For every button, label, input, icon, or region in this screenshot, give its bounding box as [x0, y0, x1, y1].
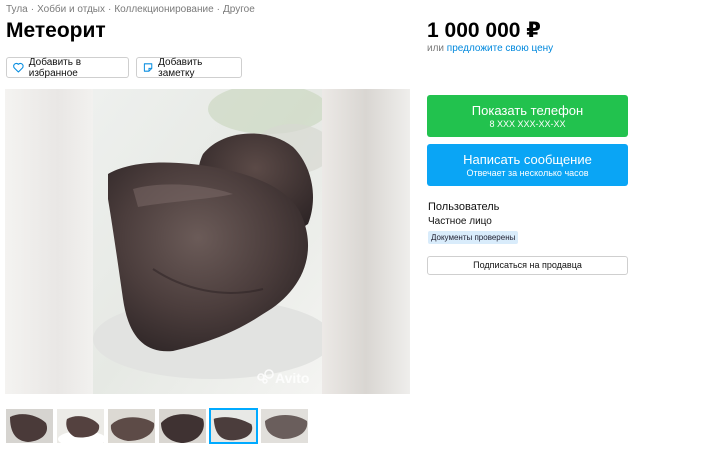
thumbnail-active[interactable] [209, 408, 258, 444]
thumbnail-image [211, 410, 256, 442]
page-title: Метеорит [6, 19, 106, 42]
response-time: Отвечает за несколько часов [466, 167, 589, 178]
svg-text:Avito: Avito [275, 370, 309, 386]
breadcrumb-city[interactable]: Тула [6, 4, 28, 15]
thumbnail-image [261, 409, 308, 443]
offer-prefix: или [427, 43, 445, 54]
add-note-button[interactable]: Добавить заметку [136, 56, 242, 79]
seller-name[interactable]: Пользователь [428, 201, 499, 213]
seller-type: Частное лицо [428, 216, 492, 227]
thumbnail-image [108, 409, 155, 443]
documents-verified-badge: Документы проверены [428, 231, 519, 244]
breadcrumb-separator: · [216, 4, 220, 15]
thumbnail-strip [5, 408, 309, 444]
breadcrumb-separator: · [30, 4, 35, 15]
show-phone-button[interactable]: Показать телефон 8 XXX XXX-XX-XX [427, 95, 628, 137]
heart-icon [13, 62, 24, 73]
thumbnail-image [6, 409, 53, 443]
price: 1 000 000 ₽ [427, 19, 541, 42]
breadcrumb-separator: · [108, 4, 112, 15]
gallery-blur-left [5, 89, 93, 394]
add-to-favorites-button[interactable]: Добавить в избранное [6, 56, 129, 79]
show-phone-label: Показать телефон [471, 102, 584, 118]
breadcrumb-hobby[interactable]: Хобби и отдых [37, 4, 105, 15]
add-note-label: Добавить заметку [158, 56, 203, 79]
thumbnail-image [159, 409, 206, 443]
offer-price-link[interactable]: предложите свою цену [447, 43, 553, 54]
breadcrumb: Тула · Хобби и отдых · Коллекционирование · Др… [6, 4, 255, 15]
thumbnail[interactable] [260, 408, 309, 444]
meteorite-photo[interactable]: Avito [93, 89, 322, 394]
photo-gallery[interactable]: Avito [5, 89, 410, 394]
write-message-label: Написать сообщение [463, 151, 592, 167]
breadcrumb-collecting[interactable]: Коллекционирование [114, 4, 213, 15]
thumbnail[interactable] [5, 408, 54, 444]
gallery-blur-right [322, 89, 410, 394]
breadcrumb-other[interactable]: Другое [223, 4, 255, 15]
write-message-button[interactable]: Написать сообщение Отвечает за несколько… [427, 144, 628, 186]
note-icon [143, 63, 153, 72]
subscribe-seller-button[interactable]: Подписаться на продавца [427, 256, 628, 275]
thumbnail[interactable] [107, 408, 156, 444]
thumbnail-image [57, 409, 104, 443]
thumbnail[interactable] [158, 408, 207, 444]
thumbnail[interactable] [56, 408, 105, 444]
masked-phone: 8 XXX XXX-XX-XX [489, 118, 566, 129]
add-to-favorites-label: Добавить в избранное [28, 56, 82, 79]
price-offer: или предложите свою цену [427, 43, 553, 54]
